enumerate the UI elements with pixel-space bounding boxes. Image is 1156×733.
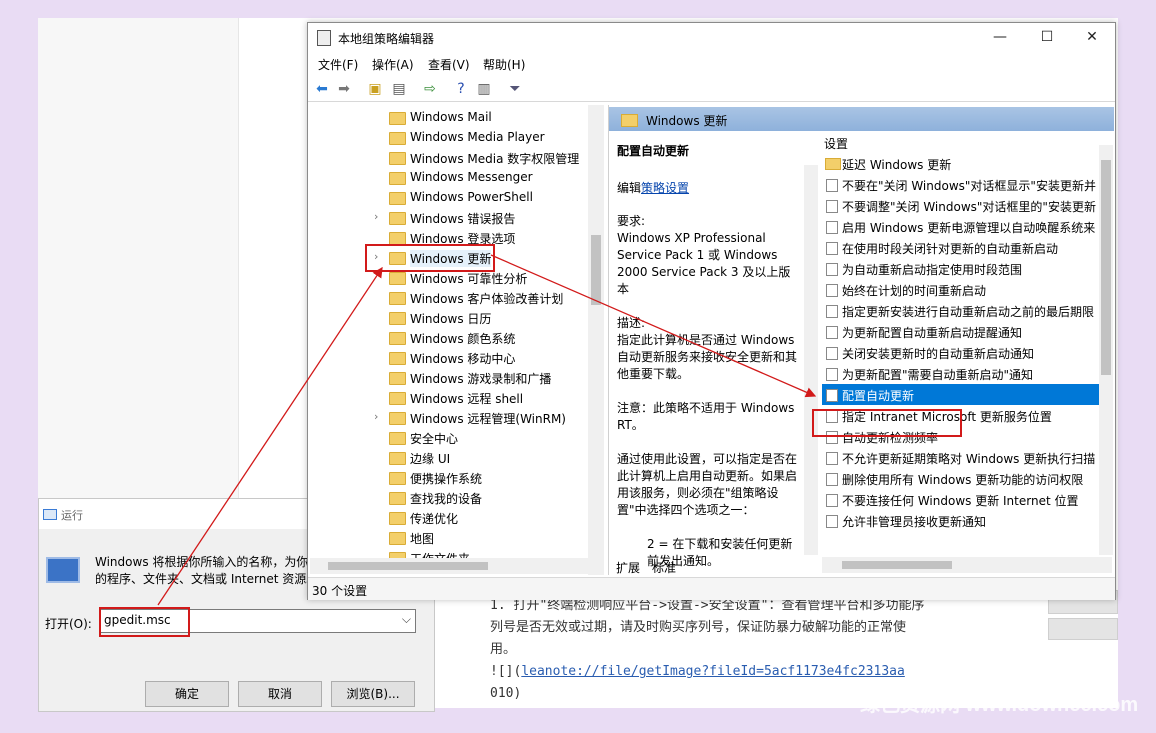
arrow-tree-to-setting [490, 254, 817, 398]
annotation-arrows [157, 254, 817, 606]
arrow-run-to-tree [157, 266, 383, 606]
